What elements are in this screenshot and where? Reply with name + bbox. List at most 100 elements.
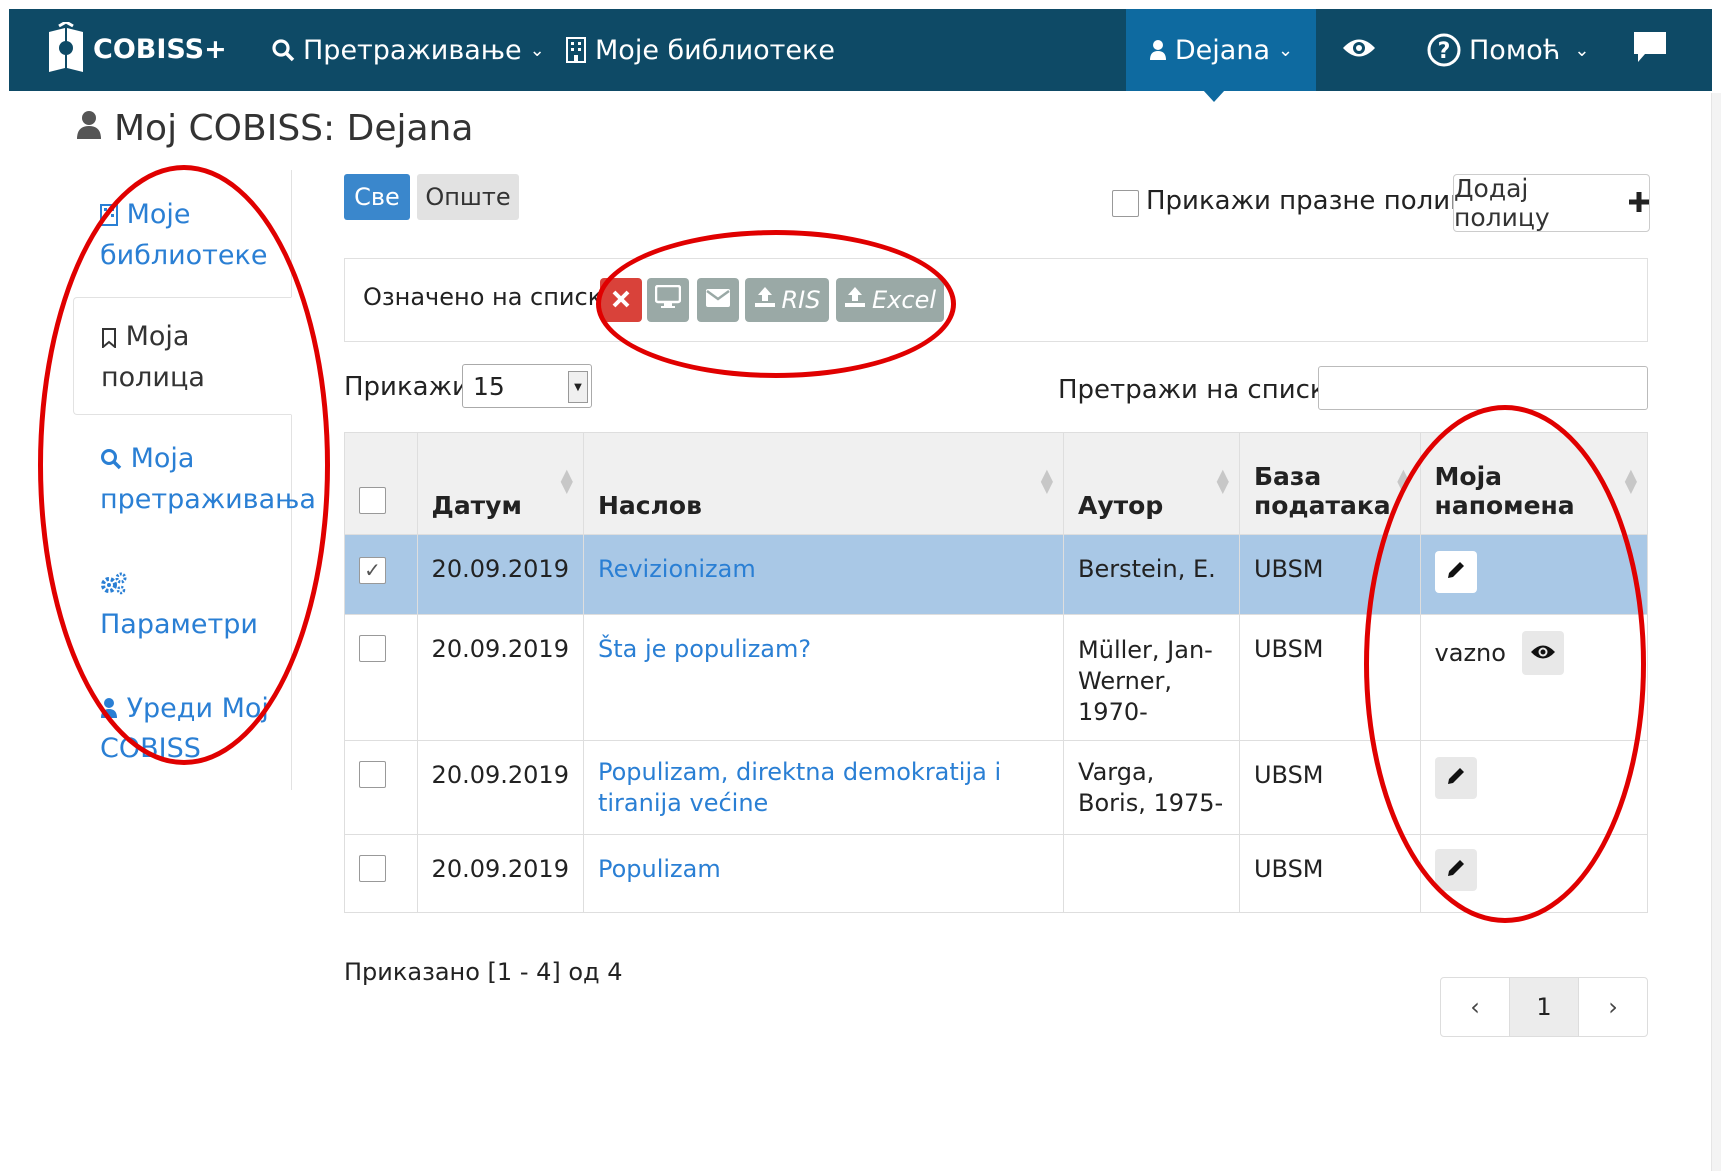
edit-note-button[interactable] — [1434, 849, 1477, 891]
nav-user-menu[interactable]: Dejana ⌄ — [1126, 9, 1316, 91]
note-cell: vazno — [1419, 614, 1649, 741]
database-cell: UBSM — [1238, 534, 1421, 615]
user-icon — [1149, 39, 1167, 61]
sidebar-item-parameters[interactable]: Параметри — [73, 565, 291, 644]
sort-icon: ▲ ▼ — [1624, 465, 1637, 496]
note-cell — [1419, 740, 1649, 835]
sidebar-item-my-shelf[interactable]: Моја полица — [73, 297, 292, 415]
author-cell: Varga, Boris, 1975- — [1063, 740, 1240, 835]
title-link[interactable]: Revizionizam — [598, 555, 756, 583]
sidebar-item-label: Уреди Moj COBISS — [100, 693, 269, 764]
eye-icon — [1342, 35, 1376, 66]
cobiss-logo[interactable]: COBISS+ — [45, 20, 227, 77]
table-row[interactable]: 20.09.2019 Populizam, direktna demokrati… — [344, 740, 1649, 835]
note-text: vazno — [1434, 639, 1506, 667]
accessibility-view-button[interactable] — [1342, 9, 1376, 91]
sidebar-item-my-searches[interactable]: Моја претраживања — [73, 440, 316, 519]
row-checkbox[interactable] — [359, 855, 386, 882]
page-title-text: Moj COBISS: Dejana — [114, 108, 474, 149]
page-1-button[interactable]: 1 — [1509, 978, 1579, 1036]
date-cell: 20.09.2019 — [416, 740, 584, 835]
row-select-cell — [344, 834, 418, 913]
database-cell: UBSM — [1238, 834, 1421, 913]
column-header-label: Моја напомена — [1434, 462, 1575, 520]
pencil-icon — [1446, 558, 1466, 586]
page-title: Moj COBISS: Dejana — [76, 108, 473, 149]
upload-icon — [754, 286, 776, 314]
prev-page-button[interactable]: ‹ — [1441, 978, 1509, 1036]
show-empty-shelves-checkbox[interactable] — [1112, 190, 1139, 217]
delete-marked-button[interactable] — [600, 278, 642, 322]
pagination: ‹ 1 › — [1440, 977, 1648, 1037]
pencil-icon — [1446, 856, 1466, 884]
results-count: Приказано [1 - 4] од 4 — [344, 958, 623, 986]
brand-name: COBISS+ — [93, 33, 227, 65]
upload-icon — [844, 286, 866, 314]
row-checkbox[interactable] — [359, 761, 386, 788]
title-link[interactable]: Šta je populizam? — [598, 635, 811, 663]
date-cell: 20.09.2019 — [416, 614, 584, 741]
column-header-label: Датум — [431, 491, 522, 520]
edit-note-button[interactable] — [1434, 551, 1477, 593]
monitor-icon — [654, 284, 682, 315]
export-excel-button[interactable]: Excel — [836, 278, 944, 322]
building-icon — [565, 37, 587, 63]
column-header-author[interactable]: Аутор ▲ ▼ — [1063, 432, 1240, 535]
add-shelf-button[interactable]: Додај полицу — [1453, 174, 1650, 232]
page-size-label: Прикажи — [344, 372, 469, 402]
column-header-database[interactable]: База података ▲ ▼ — [1238, 432, 1421, 535]
search-icon — [271, 38, 295, 62]
sidebar-item-my-libraries[interactable]: Моје библиотеке — [73, 196, 291, 275]
title-cell: Populizam — [582, 834, 1065, 913]
page-size-select[interactable]: 15 ▼ — [462, 364, 592, 408]
display-marked-button[interactable] — [647, 278, 689, 322]
column-header-date[interactable]: Датум ▲ ▼ — [416, 432, 584, 535]
nav-help-menu[interactable]: ? Помоћ ⌄ — [1427, 9, 1589, 91]
select-all-header — [344, 432, 418, 535]
sidebar-item-edit-my-cobiss[interactable]: Уреди Moj COBISS — [73, 690, 291, 768]
export-ris-button[interactable]: RIS — [745, 278, 829, 322]
sidebar: Моје библиотеке Моја полица Моја претраж… — [73, 170, 316, 790]
column-header-label: Наслов — [597, 491, 702, 520]
row-checkbox[interactable] — [359, 635, 386, 662]
nav-search-menu[interactable]: Претраживање ⌄ — [271, 9, 545, 91]
select-all-checkbox[interactable] — [359, 487, 386, 514]
nav-my-libraries-label: Моје библиотеке — [595, 34, 835, 66]
author-cell — [1063, 834, 1240, 913]
edit-note-button[interactable] — [1434, 757, 1477, 799]
next-page-button[interactable]: › — [1579, 978, 1647, 1036]
column-header-title[interactable]: Наслов ▲ ▼ — [582, 432, 1065, 535]
nav-help-label: Помоћ — [1469, 34, 1561, 66]
filter-all-button[interactable]: Све — [344, 174, 410, 220]
column-header-label: База података — [1253, 462, 1391, 520]
email-marked-button[interactable] — [697, 278, 739, 322]
note-cell — [1419, 834, 1649, 913]
title-link[interactable]: Populizam — [598, 855, 721, 883]
table-row[interactable]: 20.09.2019 Populizam UBSM — [344, 834, 1649, 913]
table-row[interactable]: ✓ 20.09.2019 Revizionizam Berstein, E. U… — [344, 534, 1649, 615]
table-row[interactable]: 20.09.2019 Šta je populizam? Müller, Jan… — [344, 614, 1649, 741]
page-scrollbar[interactable] — [1711, 93, 1721, 1171]
title-cell: Populizam, direktna demokratija i tirani… — [582, 740, 1065, 835]
filter-general-button[interactable]: Опште — [417, 174, 519, 220]
chevron-down-icon: ⌄ — [529, 39, 545, 61]
gears-icon — [100, 568, 128, 606]
title-link[interactable]: Populizam, direktna demokratija i tirani… — [598, 758, 1001, 817]
user-icon — [100, 692, 118, 730]
view-note-button[interactable] — [1521, 631, 1564, 675]
list-search-input[interactable] — [1318, 366, 1648, 410]
row-checkbox[interactable]: ✓ — [359, 556, 386, 584]
sort-icon: ▲ ▼ — [1216, 465, 1229, 496]
chevron-down-icon: ⌄ — [1278, 39, 1294, 61]
column-header-my-note[interactable]: Моја напомена ▲ ▼ — [1419, 432, 1649, 535]
dropdown-arrow-icon: ▼ — [568, 371, 588, 403]
feedback-button[interactable] — [1633, 9, 1667, 91]
nav-my-libraries[interactable]: Моје библиотеке — [565, 9, 835, 91]
active-tab-caret — [1203, 90, 1225, 102]
envelope-icon — [705, 286, 731, 314]
plus-icon — [1629, 189, 1649, 218]
show-empty-shelves-label: Прикажи празне полице — [1146, 186, 1484, 216]
title-cell: Revizionizam — [582, 534, 1065, 615]
column-header-label: Аутор — [1078, 491, 1164, 520]
close-icon — [612, 286, 630, 314]
